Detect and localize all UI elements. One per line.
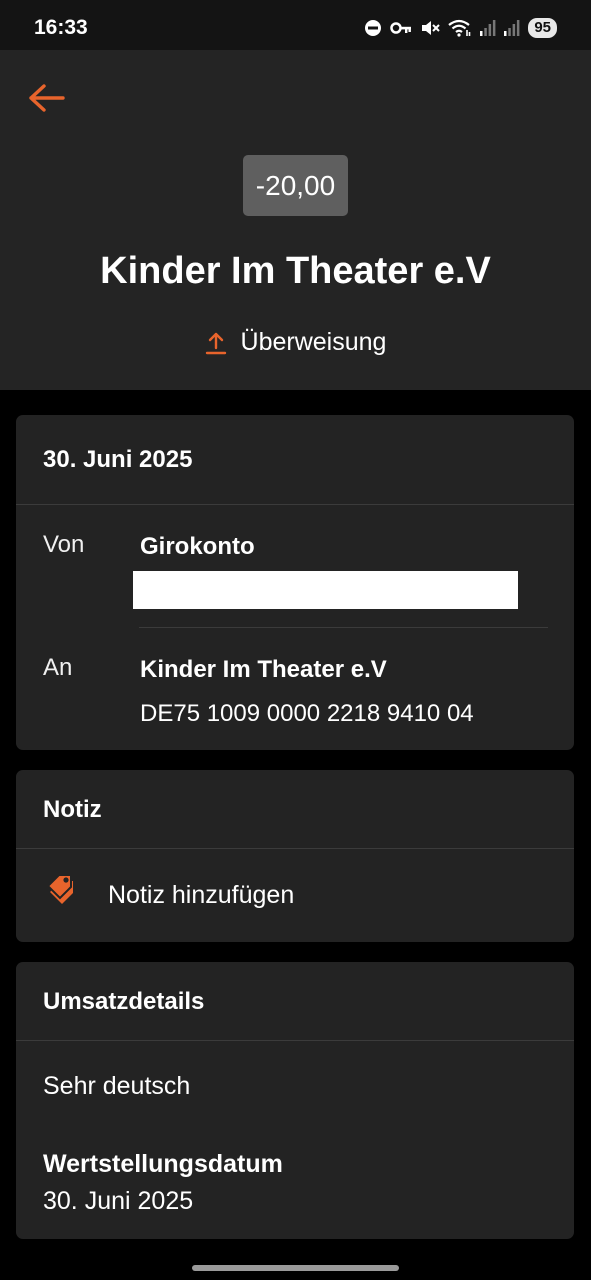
status-time: 16:33	[34, 16, 88, 39]
transaction-type: Überweisung	[0, 328, 591, 357]
add-note-label: Notiz hinzufügen	[108, 881, 295, 909]
mute-icon	[422, 21, 441, 35]
tag-icon	[46, 874, 73, 904]
signal-icon	[480, 20, 496, 36]
status-bar: 16:33 95	[0, 0, 591, 50]
payee-title: Kinder Im Theater e.V	[100, 250, 491, 292]
transaction-type-label: Überweisung	[240, 328, 387, 356]
value-date: 30. Juni 2025	[43, 1187, 194, 1215]
home-indicator[interactable]	[192, 1265, 399, 1271]
signal-icon	[504, 20, 520, 36]
back-button[interactable]	[26, 78, 66, 118]
transaction-header: -20,00 Kinder Im Theater e.V Überweisung	[0, 50, 591, 390]
upload-icon	[205, 332, 226, 354]
to-label: An	[43, 654, 73, 681]
back-arrow-icon	[29, 84, 65, 112]
amount-badge: -20,00	[243, 155, 348, 216]
note-title: Notiz	[16, 770, 574, 849]
add-note-button[interactable]: Notiz hinzufügen	[16, 849, 574, 941]
do-not-disturb-icon	[365, 20, 382, 36]
status-icons: 95	[364, 18, 557, 38]
details-title: Umsatzdetails	[16, 962, 574, 1041]
transaction-description: Sehr deutsch	[43, 1072, 191, 1100]
booking-date: 30. Juni 2025	[16, 415, 574, 505]
note-card: Notiz Notiz hinzufügen	[16, 770, 574, 942]
battery-level: 95	[528, 18, 557, 38]
to-name: Kinder Im Theater e.V	[140, 656, 387, 683]
wifi-icon	[448, 19, 471, 37]
from-account: Girokonto	[140, 533, 255, 560]
to-iban: DE75 1009 0000 2218 9410 04	[140, 700, 474, 727]
vpn-key-icon	[390, 22, 412, 34]
value-date-label: Wertstellungsdatum	[43, 1150, 283, 1178]
from-label: Von	[43, 531, 85, 558]
details-card: Umsatzdetails Sehr deutsch Wertstellungs…	[16, 962, 574, 1239]
divider	[139, 627, 548, 628]
redacted-account-number	[133, 571, 518, 609]
transfer-card: 30. Juni 2025 Von Girokonto An Kinder Im…	[16, 415, 574, 750]
